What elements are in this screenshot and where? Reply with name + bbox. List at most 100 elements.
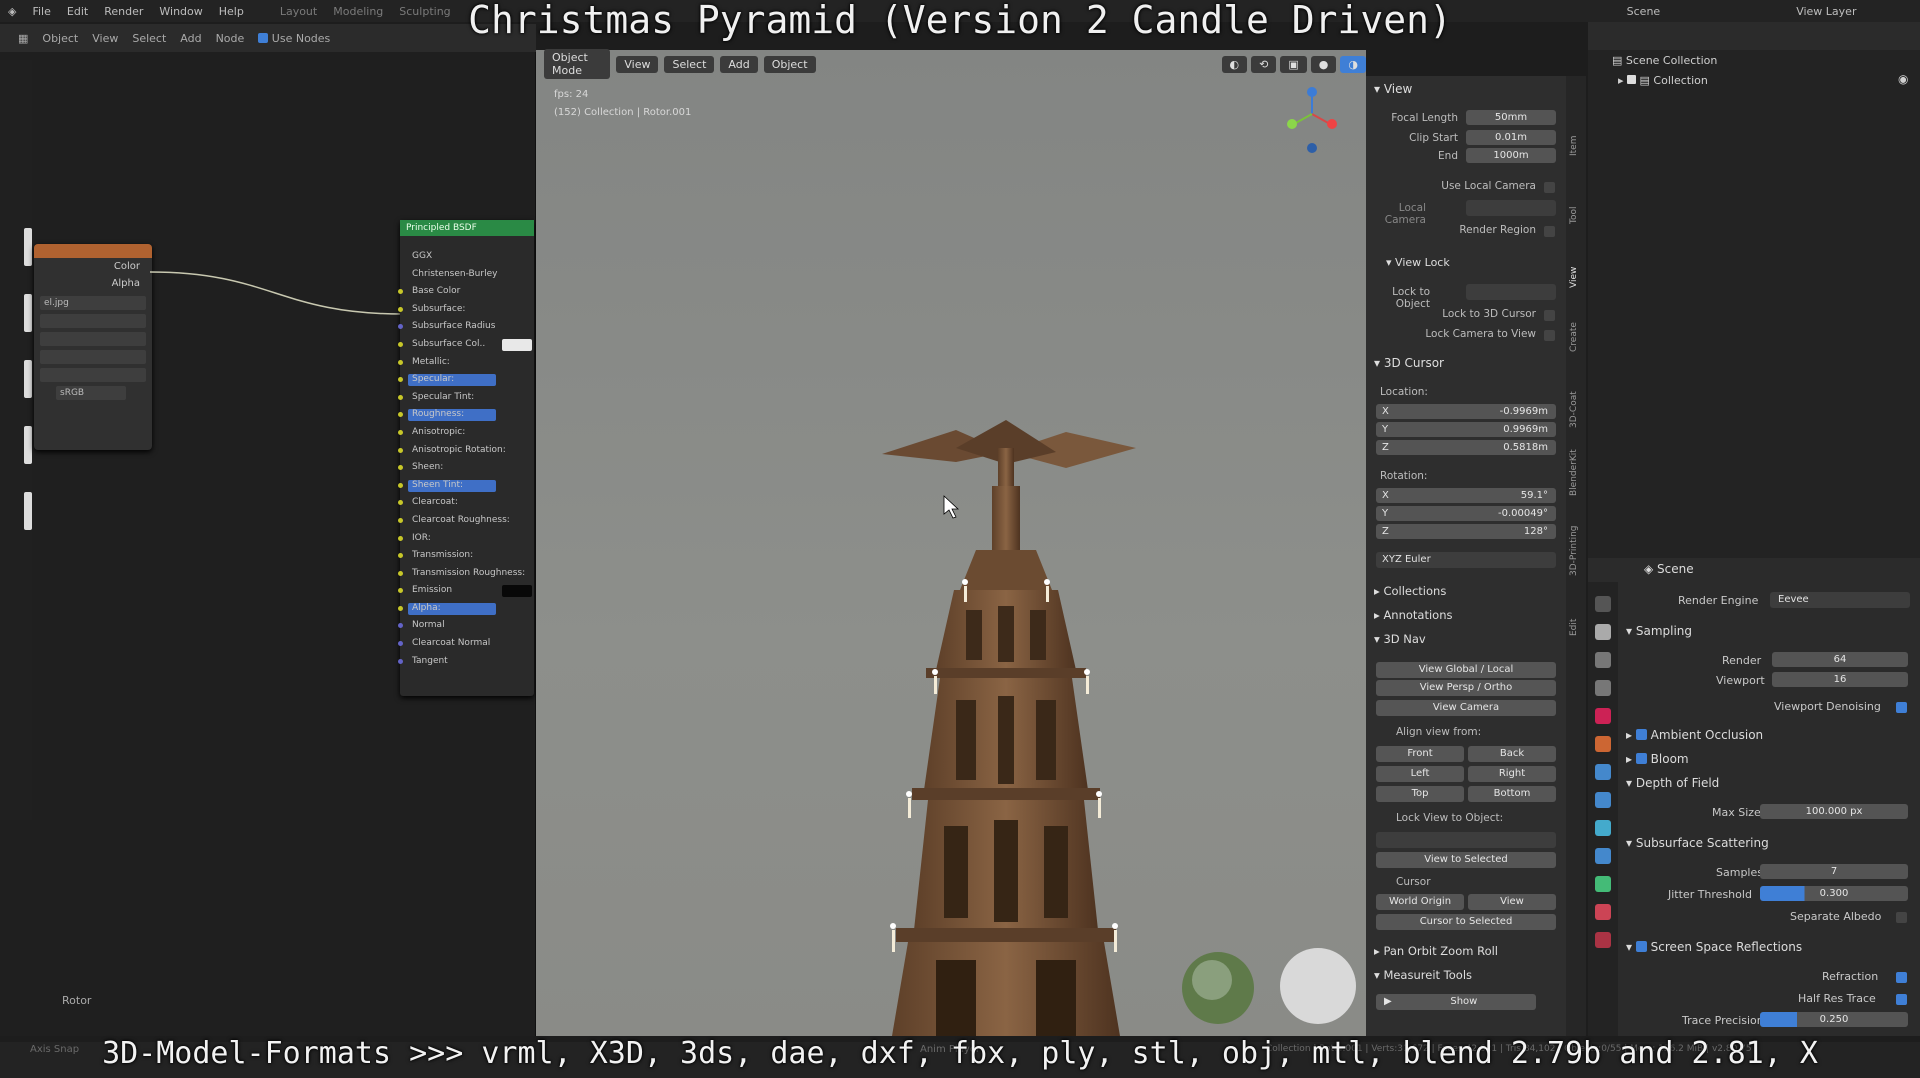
bsdf-input-row[interactable]: Sheen: (398, 459, 534, 477)
image-texture-node[interactable]: Color Alpha el.jpg sRGB (34, 244, 152, 450)
eye-icon[interactable]: ◉ (1898, 72, 1908, 86)
bsdf-header[interactable]: Principled BSDF (400, 220, 534, 236)
socket-icon[interactable] (398, 324, 403, 330)
sss-samples-field[interactable]: 7 (1760, 864, 1908, 879)
bsdf-input-row[interactable]: Sheen Tint: (398, 477, 534, 495)
align-front-button[interactable]: Front (1376, 746, 1464, 762)
align-right-button[interactable]: Right (1468, 766, 1556, 782)
color-swatch[interactable] (502, 585, 532, 598)
vp-select-menu[interactable]: Select (664, 55, 715, 73)
vp-view-menu[interactable]: View (616, 55, 659, 73)
xray-icon[interactable]: ▣ (1280, 55, 1307, 73)
view-camera-button[interactable]: View Camera (1376, 700, 1556, 716)
shading-solid-icon[interactable]: ● (1310, 55, 1337, 73)
color-swatch[interactable] (502, 338, 532, 351)
use-nodes-checkbox[interactable]: Use Nodes (258, 32, 330, 45)
3d-nav-header[interactable]: ▾ 3D Nav (1374, 632, 1426, 646)
blender-logo-icon[interactable]: ◈ (0, 5, 24, 18)
sss-header[interactable]: ▾ Subsurface Scattering (1626, 836, 1769, 850)
view-layer-selector[interactable]: View Layer (1788, 5, 1864, 18)
clip-end-field[interactable]: 1000m (1466, 148, 1556, 163)
ne-view-menu[interactable]: View (92, 32, 118, 45)
tool-slot[interactable] (24, 492, 32, 530)
measureit-show-button[interactable]: ▶ Show (1376, 994, 1536, 1010)
bsdf-input-row[interactable]: Base Color (398, 283, 534, 301)
menu-edit[interactable]: Edit (59, 5, 96, 18)
bsdf-input-row[interactable]: Subsurface Radius (398, 318, 534, 336)
bsdf-input-row[interactable]: Roughness: (398, 406, 534, 424)
texture-tab-icon[interactable] (1595, 932, 1611, 948)
cursor-rot-y[interactable]: Y -0.00049° (1376, 506, 1556, 521)
bsdf-input-row[interactable]: Anisotropic: (398, 424, 534, 442)
lock-camera-checkbox[interactable] (1544, 330, 1555, 341)
lock-view-object-field[interactable] (1376, 832, 1556, 848)
tab-sculpting[interactable]: Sculpting (391, 5, 458, 18)
object-dropdown[interactable]: Object (42, 32, 78, 45)
bsdf-input-row[interactable]: Clearcoat Normal (398, 635, 534, 653)
vp-object-menu[interactable]: Object (763, 55, 816, 73)
bsdf-input-row[interactable]: Anisotropic Rotation: (398, 442, 534, 460)
cursor-view-button[interactable]: View (1468, 894, 1556, 910)
cursor-loc-y[interactable]: Y 0.9969m (1376, 422, 1556, 437)
collections-header[interactable]: ▸ Collections (1374, 584, 1446, 598)
subsurface-method-dropdown[interactable]: Christensen-Burley (400, 266, 534, 284)
view-layer-tab-icon[interactable] (1595, 680, 1611, 696)
socket-icon[interactable] (398, 412, 403, 418)
tool-slot[interactable] (24, 360, 32, 398)
bloom-header[interactable]: ▸ Bloom (1626, 752, 1689, 766)
socket-icon[interactable] (398, 517, 403, 523)
align-back-button[interactable]: Back (1468, 746, 1556, 762)
output-tab-icon[interactable] (1595, 652, 1611, 668)
node-field[interactable] (40, 314, 146, 328)
node-output-color[interactable]: Color (34, 258, 152, 275)
measureit-header[interactable]: ▾ Measureit Tools (1374, 968, 1472, 982)
gizmo-icon[interactable]: ⟲ (1251, 55, 1277, 73)
pan-orbit-header[interactable]: ▸ Pan Orbit Zoom Roll (1374, 944, 1498, 958)
scene-selector[interactable]: Scene (1619, 5, 1669, 18)
bsdf-input-row[interactable]: Subsurface Col.. (398, 336, 534, 354)
bsdf-input-row[interactable]: Tangent (398, 653, 534, 671)
scene-collection-item[interactable]: ▤ Scene Collection (1612, 54, 1717, 67)
bsdf-input-row[interactable]: Transmission: (398, 547, 534, 565)
cursor-to-selected-button[interactable]: Cursor to Selected (1376, 914, 1556, 930)
editor-type-icon[interactable]: ▦ (18, 32, 28, 45)
node-field[interactable] (40, 368, 146, 382)
tool-slot[interactable] (24, 426, 32, 464)
tool-tab-icon[interactable] (1595, 596, 1611, 612)
tool-slot[interactable] (24, 228, 32, 266)
ne-node-menu[interactable]: Node (216, 32, 245, 45)
outliner[interactable] (1588, 22, 1920, 562)
use-local-camera-checkbox[interactable] (1544, 182, 1555, 193)
render-samples-field[interactable]: 64 (1772, 652, 1908, 667)
viewport-denoising-checkbox[interactable] (1896, 702, 1907, 713)
ne-select-menu[interactable]: Select (132, 32, 166, 45)
node-field[interactable] (40, 350, 146, 364)
menu-render[interactable]: Render (96, 5, 151, 18)
lock-3d-cursor-checkbox[interactable] (1544, 310, 1555, 321)
view-to-selected-button[interactable]: View to Selected (1376, 852, 1556, 868)
physics-tab-icon[interactable] (1595, 848, 1611, 864)
socket-icon[interactable] (398, 465, 403, 471)
align-top-button[interactable]: Top (1376, 786, 1464, 802)
socket-icon[interactable] (398, 359, 403, 365)
view-persp-ortho-button[interactable]: View Persp / Ortho (1376, 680, 1556, 696)
tool-slot[interactable] (24, 294, 32, 332)
socket-icon[interactable] (398, 570, 403, 576)
view-lock-header[interactable]: ▾ View Lock (1386, 256, 1450, 269)
modifier-tab-icon[interactable] (1595, 792, 1611, 808)
node-output-alpha[interactable]: Alpha (34, 275, 152, 292)
collection-item[interactable]: ▸ ▤ Collection (1618, 74, 1708, 87)
object-tab-icon[interactable] (1595, 764, 1611, 780)
node-header[interactable] (34, 244, 152, 258)
socket-icon[interactable] (398, 641, 403, 647)
socket-icon[interactable] (398, 377, 403, 383)
colorspace-dropdown[interactable]: sRGB (56, 386, 126, 400)
bsdf-input-row[interactable]: Normal (398, 617, 534, 635)
refraction-checkbox[interactable] (1896, 972, 1907, 983)
menu-file[interactable]: File (24, 5, 58, 18)
jitter-slider[interactable]: 0.300 (1760, 886, 1908, 901)
menu-window[interactable]: Window (151, 5, 210, 18)
bsdf-input-row[interactable]: Metallic: (398, 354, 534, 372)
socket-icon[interactable] (398, 500, 403, 506)
render-tab-icon[interactable] (1595, 624, 1611, 640)
